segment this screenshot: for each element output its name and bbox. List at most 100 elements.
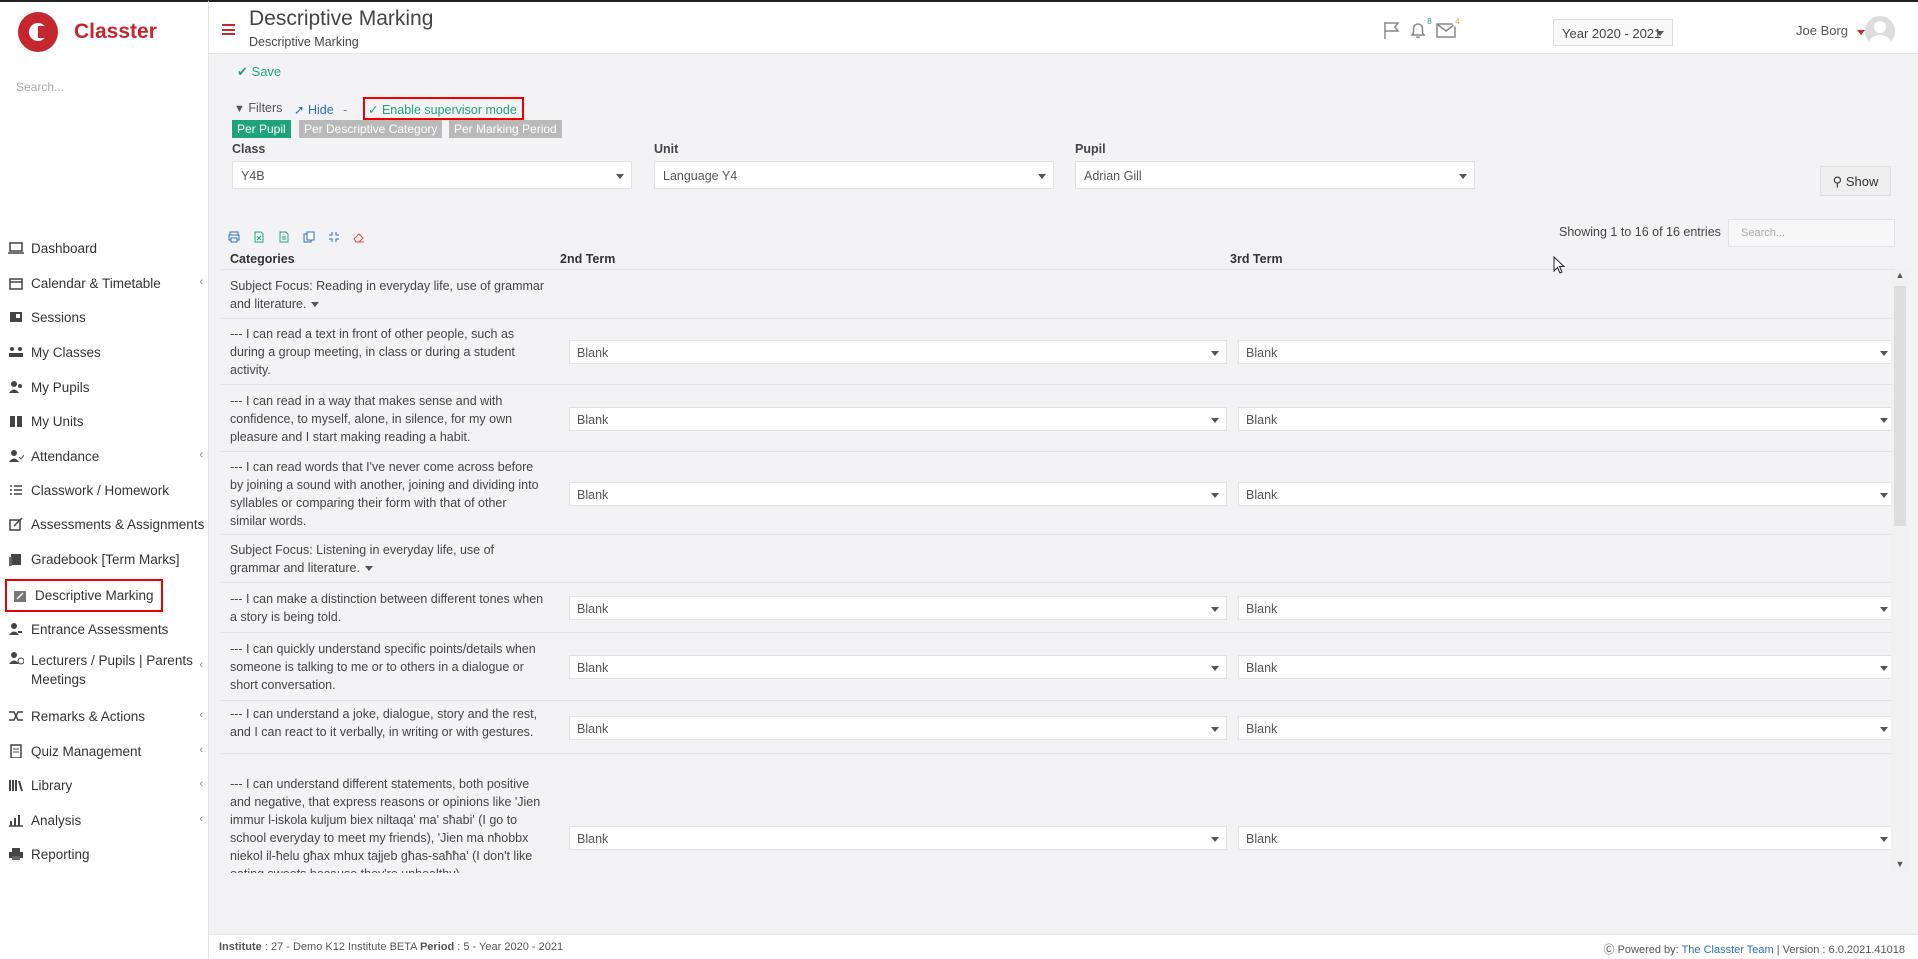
class-select[interactable]: Y4B (232, 161, 632, 189)
column-header-2nd-term[interactable]: 2nd Term (560, 252, 615, 266)
pupil-select-value: Adrian Gill (1084, 169, 1142, 183)
sidebar-item-dashboard[interactable]: Dashboard (0, 233, 209, 263)
2nd-term-mark-select[interactable]: Blank (569, 481, 1227, 506)
sidebar-item-entrance-assessments[interactable]: Entrance Assessments (0, 614, 209, 644)
excel-export-icon[interactable] (246, 228, 271, 246)
category-group-row: Subject Focus: Reading in everyday life,… (221, 270, 1895, 319)
3rd-term-mark-select[interactable]: Blank (1238, 596, 1895, 620)
save-button[interactable]: ✔ Save (237, 64, 281, 80)
sidebar-item-assessments-assignments[interactable]: Assessments & Assignments ‹ (0, 509, 209, 539)
2nd-term-mark-select[interactable]: Blank (569, 596, 1227, 620)
sidebar-item-my-pupils[interactable]: My Pupils (0, 372, 209, 402)
sidebar-item-my-units[interactable]: My Units (0, 406, 209, 436)
scrollbar-thumb[interactable] (1894, 286, 1906, 526)
entries-info: Showing 1 to 16 of 16 entries (1559, 225, 1721, 239)
mark-select-value: Blank (1246, 661, 1278, 675)
scroll-down-icon[interactable]: ▼ (1891, 859, 1909, 873)
compress-icon[interactable] (321, 228, 346, 246)
notifications-bell-icon[interactable]: 8 (1407, 16, 1435, 40)
sidebar-item-gradebook-term-marks[interactable]: Gradebook [Term Marks] (0, 544, 209, 574)
print-icon[interactable] (221, 228, 246, 246)
3rd-term-mark-select[interactable]: Blank (1238, 406, 1895, 431)
2nd-term-mark-select[interactable]: Blank (569, 340, 1227, 364)
chevron-down-icon (1880, 726, 1888, 732)
3rd-term-mark-select[interactable]: Blank (1238, 715, 1895, 740)
user-menu-caret-icon[interactable] (1857, 30, 1865, 35)
menu-toggle-icon[interactable] (222, 24, 235, 35)
avatar[interactable] (1865, 16, 1895, 46)
chevron-left-icon: ‹ (199, 517, 203, 529)
table-row: --- I can understand a joke, dialogue, s… (221, 701, 1895, 754)
category-cell[interactable]: Subject Focus: Listening in everyday lif… (230, 541, 546, 577)
sidebar-item-attendance[interactable]: Attendance ‹ (0, 441, 209, 471)
classter-logo[interactable]: Classter (18, 12, 157, 52)
category-text: Subject Focus: Reading in everyday life,… (230, 278, 545, 311)
quiz-icon (8, 744, 24, 758)
sidebar-item-classwork-homework[interactable]: Classwork / Homework (0, 475, 209, 505)
page-title: Descriptive Marking (249, 7, 434, 30)
sidebar-item-lecturers-pupils-parents-meetings[interactable]: Lecturers / Pupils | Parents Meetings ‹ (0, 648, 209, 688)
book-icon (8, 414, 24, 428)
sidebar-item-library[interactable]: Library ‹ (0, 770, 209, 800)
expand-caret-icon[interactable] (311, 301, 320, 307)
scroll-up-icon[interactable]: ▲ (1891, 270, 1909, 284)
csv-export-icon[interactable] (271, 228, 296, 246)
flag-icon[interactable] (1381, 20, 1403, 40)
unit-label: Unit (654, 142, 679, 156)
show-button[interactable]: ⚲ Show (1820, 166, 1891, 196)
category-cell: --- I can read a text in front of other … (230, 325, 546, 379)
table-row: --- I can read words that I've never com… (221, 452, 1895, 535)
category-cell: --- I can quickly understand specific po… (230, 640, 546, 694)
3rd-term-mark-select[interactable]: Blank (1238, 655, 1895, 679)
version-label: Version : 6.0.2021.41018 (1782, 944, 1905, 956)
mouse-cursor-icon (1553, 256, 1565, 274)
filters-toggle[interactable]: ▼ Filters (234, 101, 282, 115)
column-header-3rd-term[interactable]: 3rd Term (1230, 252, 1283, 266)
sessions-icon (8, 310, 24, 324)
column-header-categories[interactable]: Categories (230, 252, 295, 266)
tab-per-descriptive-category[interactable]: Per Descriptive Category (299, 120, 443, 138)
2nd-term-mark-select[interactable]: Blank (569, 826, 1227, 850)
hide-filters-link[interactable]: ➚ Hide - (294, 102, 347, 117)
unit-select[interactable]: Language Y4 (654, 161, 1054, 189)
sidebar-item-label: Entrance Assessments (31, 621, 169, 637)
chevron-left-icon: ‹ (199, 659, 203, 671)
category-group-row: Subject Focus: Listening in everyday lif… (221, 535, 1895, 583)
sidebar-item-my-classes[interactable]: My Classes (0, 337, 209, 367)
year-select[interactable]: Year 2020 - 2021 (1553, 19, 1673, 46)
3rd-term-mark-select[interactable]: Blank (1238, 340, 1895, 364)
table-search-input[interactable] (1728, 219, 1895, 247)
copy-icon[interactable] (296, 228, 321, 246)
sidebar-item-calendar-timetable[interactable]: Calendar & Timetable ‹ (0, 268, 209, 298)
pupil-select[interactable]: Adrian Gill (1075, 161, 1475, 189)
enable-supervisor-mode-link[interactable]: ✓ Enable supervisor mode (363, 97, 524, 120)
2nd-term-mark-select[interactable]: Blank (569, 655, 1227, 679)
category-cell[interactable]: Subject Focus: Reading in everyday life,… (230, 277, 546, 313)
sidebar-item-descriptive-marking[interactable]: Descriptive Marking (5, 579, 163, 612)
sidebar-item-label: Calendar & Timetable (31, 275, 161, 291)
messages-envelope-icon[interactable]: 4 (1435, 16, 1463, 40)
sidebar-item-remarks-actions[interactable]: Remarks & Actions ‹ (0, 701, 209, 731)
sidebar-item-quiz-management[interactable]: Quiz Management ‹ (0, 736, 209, 766)
3rd-term-mark-select[interactable]: Blank (1238, 826, 1895, 850)
sidebar-item-sessions[interactable]: Sessions (0, 302, 209, 332)
sidebar-item-label: Quiz Management (31, 743, 142, 759)
sidebar-item-reporting[interactable]: Reporting (0, 839, 209, 869)
chevron-left-icon: ‹ (199, 744, 203, 756)
eraser-icon[interactable] (346, 228, 371, 246)
check-icon: ✔ (237, 64, 248, 79)
table-scrollbar[interactable]: ▲ ▼ (1891, 270, 1909, 873)
sidebar-search-input[interactable] (6, 74, 196, 100)
year-select-value: Year 2020 - 2021 (1562, 26, 1662, 41)
2nd-term-mark-select[interactable]: Blank (569, 406, 1227, 431)
3rd-term-mark-select[interactable]: Blank (1238, 481, 1895, 506)
tab-per-marking-period[interactable]: Per Marking Period (449, 120, 562, 138)
sidebar-item-analysis[interactable]: Analysis ‹ (0, 805, 209, 835)
sidebar-item-label: Assessments & Assignments (31, 516, 205, 532)
search-icon: ⚲ (1832, 174, 1843, 189)
2nd-term-mark-select[interactable]: Blank (569, 715, 1227, 740)
tab-per-pupil[interactable]: Per Pupil (232, 120, 291, 138)
user-name[interactable]: Joe Borg (1796, 23, 1848, 38)
expand-caret-icon[interactable] (364, 566, 373, 572)
classter-team-link[interactable]: The Classter Team (1682, 944, 1774, 956)
